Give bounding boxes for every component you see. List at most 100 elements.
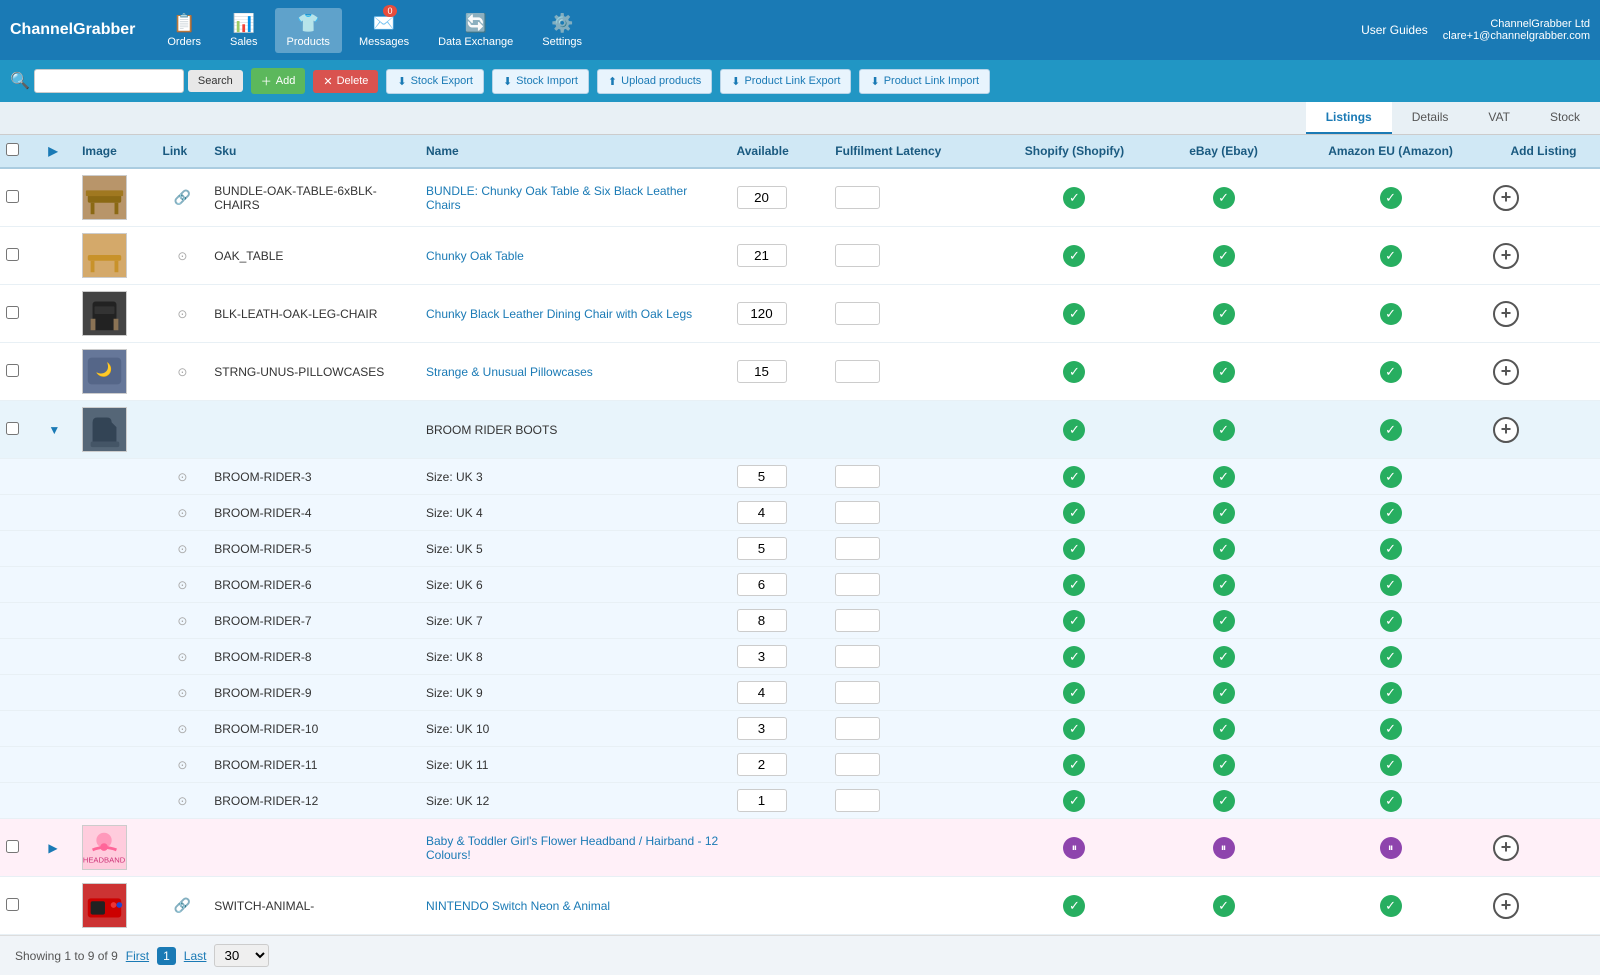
delete-button[interactable]: ✕ Delete <box>313 70 378 93</box>
products-icon: 👕 <box>297 13 319 34</box>
table-header-row: ▶ Image Link Sku Name Available Fulfilme… <box>0 135 1600 168</box>
stock-export-button[interactable]: ⬇ Stock Export <box>386 69 484 94</box>
product-name[interactable]: Chunky Oak Table <box>426 249 524 263</box>
available-input[interactable] <box>737 537 787 560</box>
fulfillment-input[interactable] <box>835 501 880 524</box>
add-listing-button[interactable]: + <box>1493 185 1519 211</box>
first-page-link[interactable]: First <box>126 949 149 963</box>
fulfillment-input[interactable] <box>835 681 880 704</box>
nav-orders[interactable]: 📋 Orders <box>155 8 213 53</box>
fulfillment-input[interactable] <box>835 717 880 740</box>
product-name[interactable]: Strange & Unusual Pillowcases <box>426 365 593 379</box>
amazon-check-icon: ✓ <box>1380 646 1402 668</box>
product-name[interactable]: BROOM RIDER BOOTS <box>426 423 557 437</box>
search-button[interactable]: Search <box>188 70 243 92</box>
fulfillment-input[interactable] <box>835 753 880 776</box>
row-checkbox[interactable] <box>6 840 19 853</box>
fulfillment-input[interactable] <box>835 465 880 488</box>
expand-all-icon[interactable]: ▶ <box>48 144 57 158</box>
fulfillment-input[interactable] <box>835 360 880 383</box>
available-input[interactable] <box>737 753 787 776</box>
nav-messages[interactable]: ✉️ Messages 0 <box>347 8 421 53</box>
ebay-cell: ⏸ <box>1153 819 1294 877</box>
nav-products[interactable]: 👕 Products <box>275 8 342 53</box>
fulfillment-input[interactable] <box>835 573 880 596</box>
available-input[interactable] <box>737 681 787 704</box>
sku-text: BROOM-RIDER-9 <box>214 686 311 700</box>
product-link-icon[interactable]: 🔗 <box>174 189 191 205</box>
product-image <box>82 233 127 278</box>
shopify-check-icon: ✓ <box>1063 610 1085 632</box>
row-checkbox[interactable] <box>6 190 19 203</box>
fulfillment-input[interactable] <box>835 302 880 325</box>
nav-settings[interactable]: ⚙️ Settings <box>530 8 594 53</box>
fulfillment-input[interactable] <box>835 645 880 668</box>
fulfillment-input[interactable] <box>835 789 880 812</box>
available-input[interactable] <box>737 609 787 632</box>
tab-details[interactable]: Details <box>1392 102 1469 134</box>
ebay-check-icon: ✓ <box>1213 303 1235 325</box>
row-checkbox-cell <box>0 459 42 495</box>
stock-import-button[interactable]: ⬇ Stock Import <box>492 69 589 94</box>
row-checkbox[interactable] <box>6 306 19 319</box>
add-listing-button[interactable]: + <box>1493 359 1519 385</box>
nav-data-exchange[interactable]: 🔄 Data Exchange <box>426 8 525 53</box>
expand-icon[interactable]: ▶ <box>48 841 57 855</box>
user-guides-link[interactable]: User Guides <box>1361 23 1428 37</box>
upload-products-button[interactable]: ⬆ Upload products <box>597 69 712 94</box>
available-input[interactable] <box>737 186 787 209</box>
available-input[interactable] <box>737 501 787 524</box>
search-magnifier-icon: 🔍 <box>10 71 30 91</box>
product-link-icon[interactable]: 🔗 <box>174 897 191 913</box>
shopify-check-icon: ✓ <box>1063 754 1085 776</box>
available-input[interactable] <box>737 717 787 740</box>
product-image <box>82 407 127 452</box>
shopify-cell: ✓ <box>996 877 1153 935</box>
available-input[interactable] <box>737 244 787 267</box>
last-page-link[interactable]: Last <box>184 949 207 963</box>
row-checkbox[interactable] <box>6 248 19 261</box>
nav-sales[interactable]: 📊 Sales <box>218 8 270 53</box>
collapse-icon[interactable]: ▼ <box>48 423 60 437</box>
sku-text: BROOM-RIDER-3 <box>214 470 311 484</box>
add-listing-button[interactable]: + <box>1493 243 1519 269</box>
amazon-check-icon: ✓ <box>1380 895 1402 917</box>
product-link-export-button[interactable]: ⬇ Product Link Export <box>720 69 851 94</box>
add-button[interactable]: ＋ Add <box>251 68 306 94</box>
available-input[interactable] <box>737 465 787 488</box>
product-name[interactable]: BUNDLE: Chunky Oak Table & Six Black Lea… <box>426 184 687 212</box>
select-all-checkbox[interactable] <box>6 143 19 156</box>
row-checkbox[interactable] <box>6 898 19 911</box>
available-input[interactable] <box>737 302 787 325</box>
add-listing-button[interactable]: + <box>1493 835 1519 861</box>
available-input[interactable] <box>737 360 787 383</box>
add-listing-button[interactable]: + <box>1493 301 1519 327</box>
search-input[interactable] <box>34 69 184 93</box>
tab-listings[interactable]: Listings <box>1306 102 1392 134</box>
tab-vat[interactable]: VAT <box>1468 102 1530 134</box>
tab-stock[interactable]: Stock <box>1530 102 1600 134</box>
per-page-select[interactable]: 30 50 100 <box>214 944 269 967</box>
add-listing-button[interactable]: + <box>1493 893 1519 919</box>
fulfillment-input[interactable] <box>835 186 880 209</box>
product-name[interactable]: Baby & Toddler Girl's Flower Headband / … <box>426 834 718 862</box>
sku-text: BROOM-RIDER-7 <box>214 614 311 628</box>
shopify-cell: ✓ <box>996 401 1153 459</box>
product-name[interactable]: NINTENDO Switch Neon & Animal <box>426 899 610 913</box>
product-name[interactable]: Chunky Black Leather Dining Chair with O… <box>426 307 692 321</box>
available-input[interactable] <box>737 645 787 668</box>
add-listing-button[interactable]: + <box>1493 417 1519 443</box>
ebay-check-icon: ✓ <box>1213 502 1235 524</box>
nav-messages-label: Messages <box>359 36 409 48</box>
fulfillment-input[interactable] <box>835 537 880 560</box>
available-input[interactable] <box>737 573 787 596</box>
current-page[interactable]: 1 <box>157 947 176 965</box>
fulfillment-input[interactable] <box>835 244 880 267</box>
available-input[interactable] <box>737 789 787 812</box>
row-checkbox[interactable] <box>6 422 19 435</box>
sku-text: OAK_TABLE <box>214 249 283 263</box>
fulfillment-input[interactable] <box>835 609 880 632</box>
product-link-import-button[interactable]: ⬇ Product Link Import <box>859 69 990 94</box>
row-checkbox[interactable] <box>6 364 19 377</box>
search-area: 🔍 Search <box>10 69 243 93</box>
